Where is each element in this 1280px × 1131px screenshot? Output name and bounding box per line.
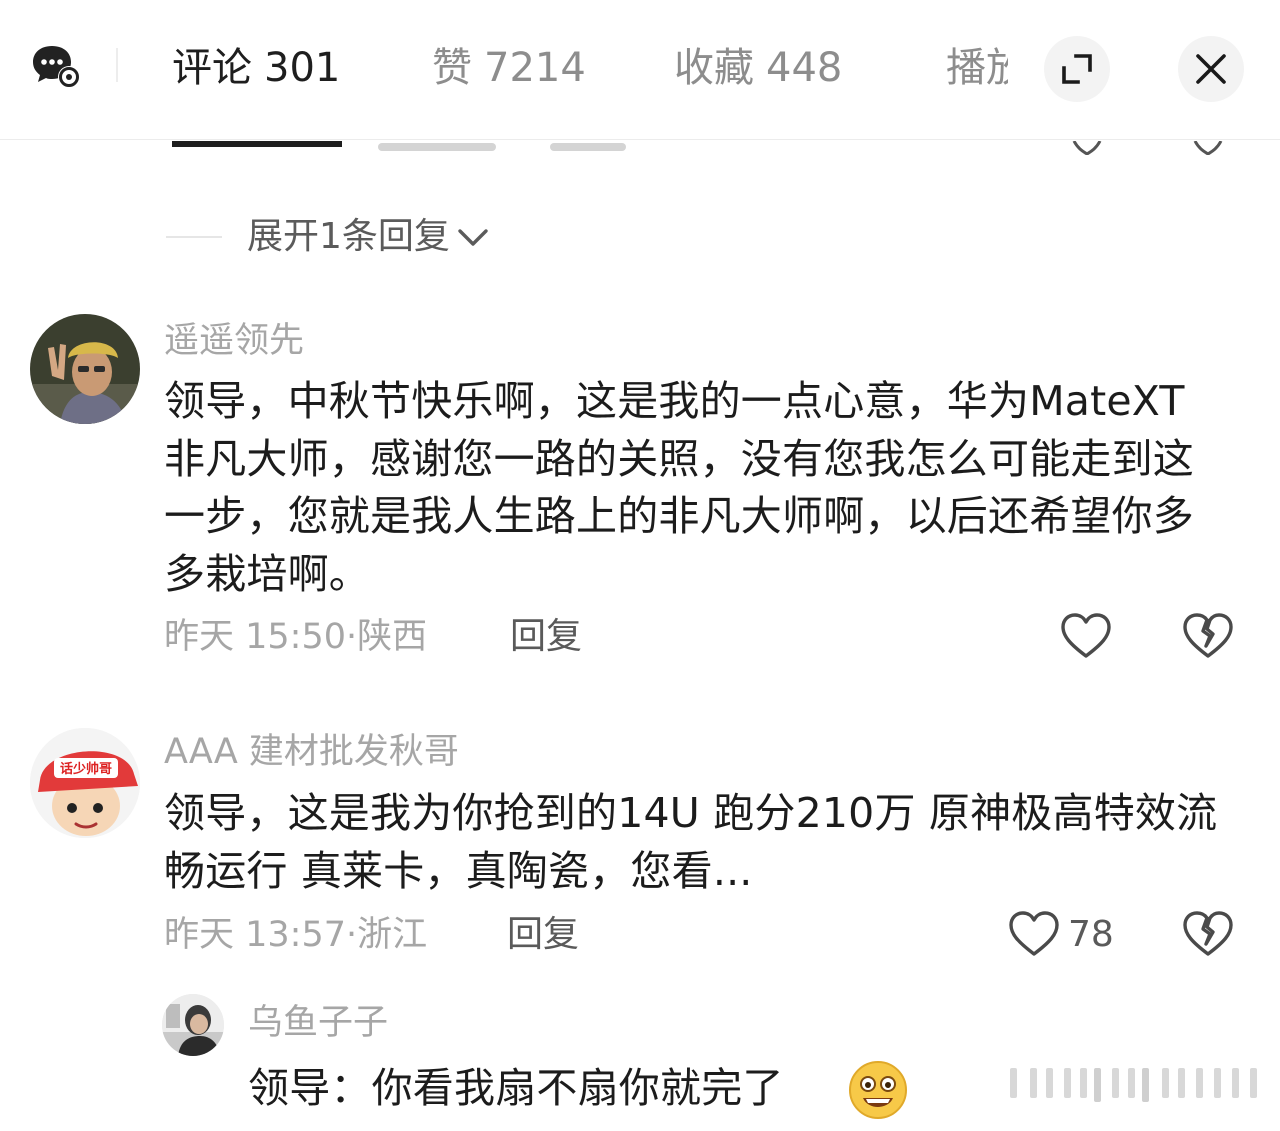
comment-mode-icon[interactable] <box>32 44 82 90</box>
reply-text: 领导：你看我扇不扇你就完了 <box>248 1064 784 1112</box>
clipped-heart-icon <box>1072 141 1102 155</box>
comment-time: 昨天 15:50 <box>164 617 346 657</box>
expand-replies-label: 展开1条回复 <box>247 216 450 257</box>
dislike-button[interactable] <box>1182 612 1234 660</box>
expand-replies-line <box>166 236 222 238</box>
comment-panel: 评论 301 赞 7214 收藏 448 播放 展开1条回复 遥遥领先 领导，中… <box>0 0 1280 1131</box>
close-button[interactable] <box>1178 36 1244 102</box>
like-button[interactable] <box>1008 910 1060 958</box>
chevron-down-icon <box>458 229 488 246</box>
tab-comments-count: 301 <box>264 45 341 91</box>
reply-button[interactable]: 回复 <box>510 614 582 660</box>
tab-comments[interactable]: 评论 301 <box>172 40 340 96</box>
meta-separator: · <box>346 617 358 657</box>
tab-likes[interactable]: 赞 7214 <box>432 40 586 96</box>
dislike-button[interactable] <box>1182 910 1234 958</box>
comment-meta: 昨天 13:57·浙江 <box>164 912 427 958</box>
close-icon <box>1195 53 1227 85</box>
clipped-broken-heart-icon <box>1193 141 1223 155</box>
comment-username[interactable]: AAA 建材批发秋哥 <box>164 729 459 775</box>
avatar[interactable] <box>30 314 140 424</box>
expand-icon <box>1060 52 1094 86</box>
comment-tab-bar: 评论 301 赞 7214 收藏 448 播放 <box>0 0 1280 140</box>
expand-button[interactable] <box>1044 36 1110 102</box>
expand-replies-button[interactable]: 展开1条回复 <box>247 214 490 260</box>
meta-separator: · <box>346 915 358 955</box>
tab-plays-clip: 播放 <box>946 40 1008 96</box>
like-count: 78 <box>1068 914 1114 955</box>
clipped-text <box>550 143 626 151</box>
avatar-cap-text: 话少帅哥 <box>60 761 112 777</box>
reply-username[interactable]: 乌鱼子子 <box>248 1000 388 1046</box>
grinning-face-emoji <box>848 1060 908 1120</box>
comment-text: 领导，这是我为你抢到的14U 跑分210万 原神极高特效流畅运行 真莱卡，真陶瓷… <box>164 789 1218 895</box>
comment-text: 领导，中秋节快乐啊，这是我的一点心意，华为MateXT非凡大师，感谢您一路的关照… <box>164 377 1194 598</box>
avatar[interactable] <box>162 994 224 1056</box>
avatar[interactable]: 话少帅哥 <box>30 728 140 838</box>
tab-plays-label: 播放 <box>946 45 1008 91</box>
comment-time: 昨天 13:57 <box>164 915 346 955</box>
previous-comment-footer-clipped <box>0 141 1280 159</box>
broken-heart-icon <box>1183 613 1233 658</box>
tab-favorites-count: 448 <box>766 45 843 91</box>
comment-location: 陕西 <box>357 617 428 657</box>
watermark-pattern <box>1000 1062 1270 1102</box>
comment-meta: 昨天 15:50·陕西 <box>164 614 427 660</box>
tab-comments-label: 评论 <box>172 45 252 91</box>
clipped-text <box>378 143 496 151</box>
like-button[interactable] <box>1060 612 1112 660</box>
tab-favorites-label: 收藏 <box>674 45 754 91</box>
tab-likes-label: 赞 <box>432 45 472 91</box>
tab-favorites[interactable]: 收藏 448 <box>674 40 842 96</box>
heart-icon <box>1009 911 1059 956</box>
comment-location: 浙江 <box>357 915 428 955</box>
reply-button[interactable]: 回复 <box>507 912 579 958</box>
tab-bar-divider <box>116 48 118 82</box>
tab-likes-count: 7214 <box>484 45 586 91</box>
tab-plays[interactable]: 播放 <box>946 40 1008 96</box>
broken-heart-icon <box>1183 911 1233 956</box>
heart-icon <box>1061 613 1111 658</box>
comment-username[interactable]: 遥遥领先 <box>164 318 304 364</box>
